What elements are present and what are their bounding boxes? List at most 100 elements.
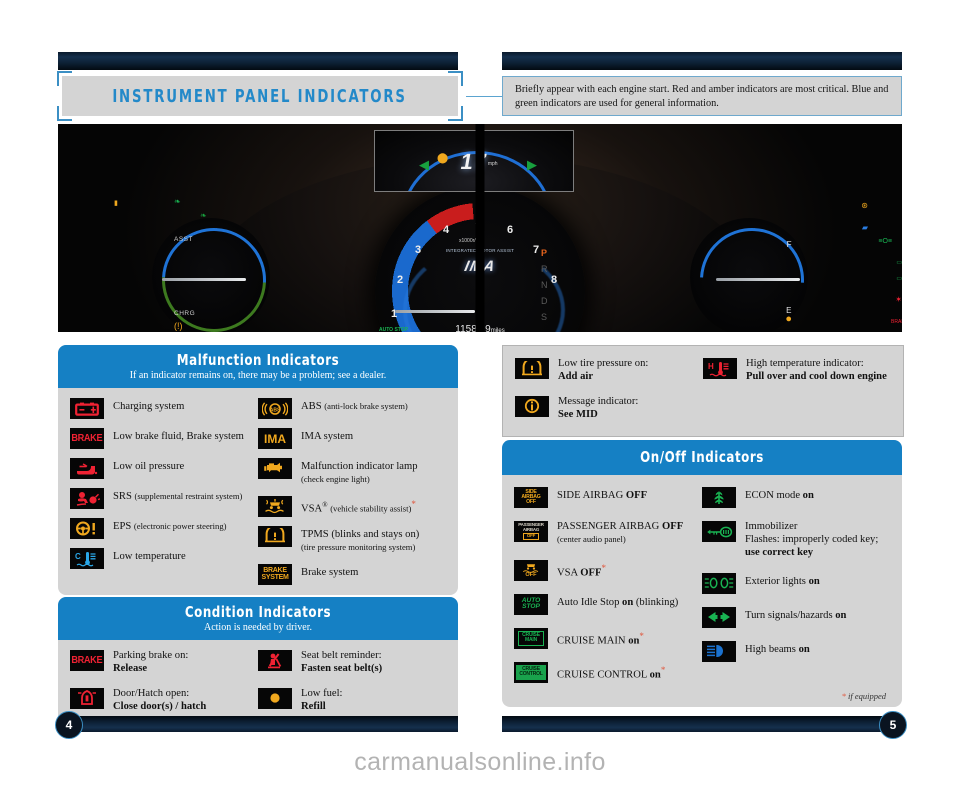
inset-speed-unit: mph — [487, 161, 498, 167]
item-main: Turn signals/hazards — [745, 609, 836, 621]
list-item-label: Door/Hatch open: Close door(s) / hatch — [113, 688, 206, 714]
list-item[interactable]: Message indicator: See MID — [515, 395, 703, 422]
condition-panel-body: BRAKE Parking brake on: Release Door/Hat… — [58, 640, 458, 728]
bracket-top-right — [448, 71, 463, 86]
list-item-label: IMA system — [301, 431, 354, 442]
list-item[interactable]: Low oil pressure — [70, 458, 258, 479]
inset-speed-value: 17 — [458, 149, 490, 174]
list-item-label: VSA® (vehicle stability assist)* — [301, 498, 416, 515]
list-item[interactable]: H High temperature indicator: Pull over … — [703, 358, 891, 384]
item-bold: See MID — [558, 408, 598, 420]
malfunction-title: Malfunction Indicators — [176, 351, 340, 369]
list-item[interactable]: High beams on — [702, 640, 890, 662]
odometer-value: 11580.9 — [455, 324, 491, 332]
list-item-label: CRUISE MAIN on* — [557, 630, 644, 647]
cluster-zoom-inset: ◀ ▶ ⬤ 17 mph — [374, 130, 574, 192]
check-engine-icon — [258, 458, 292, 479]
onoff-panel-header: On/Off Indicators — [502, 440, 902, 475]
list-item[interactable]: EPS (electronic power steering) — [70, 518, 258, 539]
list-item[interactable]: Seat belt reminder: Fasten seat belt(s) — [258, 650, 446, 676]
list-item[interactable]: OFF VSA OFF* — [514, 559, 702, 581]
list-item[interactable]: BRAKE Low brake fluid, Brake system — [70, 428, 258, 449]
item-main: CRUISE MAIN — [557, 635, 629, 647]
list-item[interactable]: ABS ABS (anti-lock brake system) — [258, 398, 446, 419]
side-airbag-off-icon: SIDE AIRBAG OFF — [514, 487, 548, 508]
list-item[interactable]: AUTO STOP Auto Idle Stop on (blinking) — [514, 593, 702, 615]
list-item[interactable]: CRUISE CONTROL CRUISE CONTROL on* — [514, 661, 702, 683]
item-main: PASSENGER AIRBAG — [557, 521, 662, 532]
list-item-label: Low fuel: Refill — [301, 688, 342, 714]
low-oil-pressure-icon — [70, 458, 104, 479]
list-item-label: SIDE AIRBAG OFF — [557, 487, 647, 503]
condition-panel-header: Condition Indicators Action is needed by… — [58, 597, 458, 640]
list-item-label: Charging system — [113, 401, 185, 412]
item-main: SIDE AIRBAG — [557, 490, 626, 501]
tach-num: 2 — [397, 274, 404, 286]
bracket-bottom-left — [57, 106, 72, 121]
exterior-lights-icon — [702, 572, 736, 594]
vsa-off-icon: OFF — [514, 559, 548, 581]
list-item[interactable]: TPMS (blinks and stays on) (tire pressur… — [258, 525, 446, 555]
assist-charge-gauge: ASST CHRG ❧ (!) — [140, 206, 288, 332]
list-item[interactable]: ECON mode on — [702, 487, 890, 508]
list-item[interactable]: Door/Hatch open: Close door(s) / hatch — [70, 687, 258, 714]
item-bold: Release — [113, 662, 148, 674]
intro-note: Briefly appear with each engine start. R… — [502, 76, 902, 116]
bottom-bar-left — [58, 716, 458, 732]
list-item[interactable]: Turn signals/hazards on — [702, 606, 890, 628]
item-bold: Pull over and cool down engine — [746, 370, 887, 382]
list-item-label: Low temperature — [113, 551, 186, 562]
fuel-needle — [716, 278, 800, 281]
left-turn-arrow-icon: ◀ — [419, 157, 429, 172]
condition-left-column: BRAKE Parking brake on: Release Door/Hat… — [70, 650, 258, 714]
list-item[interactable]: C Low temperature — [70, 548, 258, 569]
list-item[interactable]: BRAKE SYSTEM Brake system — [258, 563, 446, 585]
list-item[interactable]: SRS (supplemental restraint system) — [70, 488, 258, 509]
malfunction-panel-header: Malfunction Indicators If an indicator r… — [58, 345, 458, 388]
abs-icon: ABS — [258, 398, 292, 419]
list-item[interactable]: Low tire pressure on: Add air — [515, 358, 703, 384]
list-item[interactable]: Malfunction indicator lamp (check engine… — [258, 458, 446, 487]
ima-icon: IMA — [258, 428, 292, 449]
list-item[interactable]: CRUISE MAIN CRUISE MAIN on* — [514, 627, 702, 649]
list-item[interactable]: IMA IMA system — [258, 428, 446, 449]
tach-num: 4 — [443, 224, 450, 236]
item-main: Auto Idle Stop — [557, 596, 623, 608]
malfunction-left-column: Charging system BRAKE Low brake fluid, B… — [70, 398, 258, 585]
list-item-label: Malfunction indicator lamp (check engine… — [301, 458, 418, 487]
auto-idle-stop-icon: AUTO STOP — [514, 593, 548, 615]
assist-label: ASST — [174, 236, 193, 243]
list-item[interactable]: Exterior lights on — [702, 572, 890, 594]
item-main: High temperature indicator: — [746, 358, 864, 369]
list-item[interactable]: Immobilizer Flashes: improperly coded ke… — [702, 521, 890, 560]
list-item[interactable]: BRAKE Parking brake on: Release — [70, 650, 258, 676]
item-main: Low fuel: — [301, 687, 343, 699]
footnote-text: if equipped — [847, 690, 886, 701]
list-item[interactable]: Charging system — [70, 398, 258, 419]
critical-right-column: H High temperature indicator: Pull over … — [703, 358, 891, 422]
item-sub: (tire pressure monitoring system) — [301, 541, 416, 552]
list-item[interactable]: PASSENGER AIRBAG OFF PASSENGER AIRBAG OFF … — [514, 521, 702, 547]
right-turn-arrow-icon: ▶ — [527, 157, 537, 172]
low-fuel-mini-icon: ● — [785, 313, 792, 325]
malfunction-indicators-panel: Malfunction Indicators If an indicator r… — [58, 345, 458, 595]
photo-split-bar — [475, 124, 485, 332]
list-item-label: ECON mode on — [745, 487, 814, 503]
list-item-label: High beams on — [745, 641, 810, 657]
fuel-full-label: F — [786, 240, 792, 249]
list-item[interactable]: SIDE AIRBAG OFF SIDE AIRBAG OFF — [514, 487, 702, 508]
speed-needle — [395, 310, 475, 313]
critical-indicators-panel: Low tire pressure on: Add air Message in… — [502, 345, 904, 437]
item-bold: on — [835, 609, 847, 621]
footnote: * if equipped — [841, 690, 886, 701]
malfunction-right-column: ABS ABS (anti-lock brake system) IMA IMA… — [258, 398, 446, 585]
item-main: ECON mode — [745, 490, 803, 501]
seat-belt-icon — [258, 650, 292, 671]
list-item[interactable]: VSA® (vehicle stability assist)* — [258, 495, 446, 517]
list-item[interactable]: Low fuel: Refill — [258, 687, 446, 714]
item-bold: on — [808, 575, 820, 587]
low-temperature-icon: C — [70, 548, 104, 569]
item-sub: (supplemental restraint system) — [134, 491, 243, 501]
high-beams-icon — [702, 640, 736, 662]
bracket-bottom-right — [448, 106, 463, 121]
